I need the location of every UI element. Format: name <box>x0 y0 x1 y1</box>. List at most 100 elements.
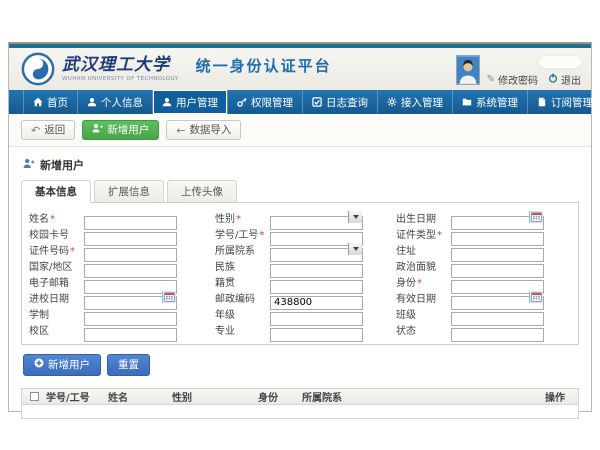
table-col-header: 操作 <box>545 389 578 404</box>
field-label: 所属院系 <box>215 246 255 257</box>
form-field-country-region: 国家/地区 <box>26 258 212 272</box>
gear-icon <box>387 97 397 107</box>
calendar-icon[interactable] <box>529 211 543 223</box>
form-actions: 新增用户 重置 <box>23 354 579 376</box>
form-field-grade: 年级 <box>212 306 393 320</box>
chevron-down-icon[interactable] <box>348 211 362 223</box>
form-field-class: 班级 <box>393 306 584 320</box>
form-field-identity: 身份* <box>393 274 584 288</box>
folder-icon <box>462 97 472 107</box>
required-mark: * <box>417 278 422 289</box>
section-title: 新增用户 <box>23 157 579 173</box>
field-label: 证件类型 <box>396 230 436 241</box>
table-empty-row <box>22 405 578 418</box>
user-icon <box>162 97 172 107</box>
table-col-header: 身份 <box>258 389 302 404</box>
field-label: 民族 <box>215 262 235 273</box>
university-name-en: WUHAN UNIVERSITY OF TECHNOLOGY <box>62 76 179 82</box>
change-password-link[interactable]: ✎ 修改密码 <box>487 72 538 87</box>
user-area: ✎ 修改密码 退出 <box>456 55 581 87</box>
table-col-header: 学号/工号 <box>46 389 108 404</box>
nav-item-log-query[interactable]: 日志查询 <box>303 90 378 114</box>
required-mark: * <box>70 246 75 257</box>
university-logo-icon <box>21 52 55 86</box>
logout-link[interactable]: 退出 <box>548 72 581 87</box>
required-mark: * <box>236 214 241 225</box>
nav-item-system[interactable]: 系统管理 <box>453 90 528 114</box>
field-label: 校区 <box>29 326 49 337</box>
chevron-down-icon[interactable] <box>348 243 362 255</box>
field-label: 国家/地区 <box>29 262 72 273</box>
data-import-button[interactable]: ← 数据导入 <box>166 120 241 140</box>
field-label: 性别 <box>215 214 235 225</box>
nav-item-profile[interactable]: 个人信息 <box>78 90 153 114</box>
calendar-icon[interactable] <box>162 291 176 303</box>
field-label: 身份 <box>396 278 416 289</box>
form-field-campus: 校区 <box>26 322 212 336</box>
field-label: 姓名 <box>29 214 49 225</box>
nav-item-home[interactable]: 首页 <box>23 90 78 114</box>
users-table: 学号/工号姓名性别身份所属院系操作 <box>21 388 579 419</box>
campus-field[interactable] <box>84 328 177 342</box>
tab-basic-info[interactable]: 基本信息 <box>21 180 91 203</box>
field-label: 校园卡号 <box>29 230 69 241</box>
user-icon <box>87 97 97 107</box>
users-table-header: 学号/工号姓名性别身份所属院系操作 <box>22 389 578 405</box>
platform-title: 统一身份认证平台 <box>196 55 332 76</box>
form-field-valid-date: 有效日期 <box>393 290 584 304</box>
basic-info-panel: 姓名*性别*出生日期校园卡号学号/工号*证件类型*证件号码*所属院系住址国家/地… <box>21 202 579 345</box>
user-add-icon <box>92 123 103 137</box>
form-field-schooling-length: 学制 <box>26 306 212 320</box>
power-icon <box>548 73 558 86</box>
field-label: 学制 <box>29 310 49 321</box>
form-field-major: 专业 <box>212 322 393 336</box>
tab-extended-info[interactable]: 扩展信息 <box>94 180 164 203</box>
required-mark: * <box>437 230 442 241</box>
required-mark: * <box>259 230 264 241</box>
app-header: 武汉理工大学 WUHAN UNIVERSITY OF TECHNOLOGY 统一… <box>9 48 591 90</box>
user-form: 姓名*性别*出生日期校园卡号学号/工号*证件类型*证件号码*所属院系住址国家/地… <box>26 210 574 336</box>
tab-upload-avatar[interactable]: 上传头像 <box>167 180 237 203</box>
nav-item-permission[interactable]: 权限管理 <box>228 90 303 114</box>
reset-button[interactable]: 重置 <box>107 354 150 376</box>
university-name: 武汉理工大学 <box>62 57 179 74</box>
field-label: 证件号码 <box>29 246 69 257</box>
import-arrow-icon: ← <box>176 125 185 136</box>
select-all-checkbox[interactable] <box>30 392 39 401</box>
field-label: 专业 <box>215 326 235 337</box>
field-label: 学号/工号 <box>215 230 258 241</box>
form-field-ethnicity: 民族 <box>212 258 393 272</box>
table-col-header: 姓名 <box>108 389 172 404</box>
form-field-birth-date: 出生日期 <box>393 210 584 224</box>
nav-item-user-management[interactable]: 用户管理 <box>153 90 228 114</box>
status-field[interactable] <box>451 328 544 342</box>
add-user-button[interactable]: 新增用户 <box>82 120 159 140</box>
field-label: 邮政编码 <box>215 294 255 305</box>
required-mark: * <box>50 214 55 225</box>
main-nav: 首页个人信息用户管理权限管理日志查询接入管理系统管理订阅管理 <box>9 90 591 114</box>
field-label: 状态 <box>396 326 416 337</box>
field-label: 政治面貌 <box>396 262 436 273</box>
calendar-icon[interactable] <box>529 291 543 303</box>
back-button[interactable]: ↶ 返回 <box>21 120 75 140</box>
nav-item-access[interactable]: 接入管理 <box>378 90 453 114</box>
log-icon <box>312 97 322 107</box>
form-field-political-status: 政治面貌 <box>393 258 584 272</box>
major-field[interactable] <box>270 328 363 342</box>
key-icon <box>237 97 247 107</box>
submit-add-user-button[interactable]: 新增用户 <box>23 354 101 376</box>
form-field-gender: 性别* <box>212 210 393 224</box>
form-field-id-number: 证件号码* <box>26 242 212 256</box>
form-field-name: 姓名* <box>26 210 212 224</box>
field-label: 进校日期 <box>29 294 69 305</box>
field-label: 住址 <box>396 246 416 257</box>
form-field-campus-card: 校园卡号 <box>26 226 212 240</box>
nav-item-subscription[interactable]: 订阅管理 <box>528 90 600 114</box>
form-field-postal-code: 邮政编码 <box>212 290 393 304</box>
doc-icon <box>537 97 547 107</box>
form-field-student-id: 学号/工号* <box>212 226 393 240</box>
field-label: 籍贯 <box>215 278 235 289</box>
field-label: 出生日期 <box>396 214 436 225</box>
table-col-header: 所属院系 <box>302 389 545 404</box>
form-field-email: 电子邮箱 <box>26 274 212 288</box>
